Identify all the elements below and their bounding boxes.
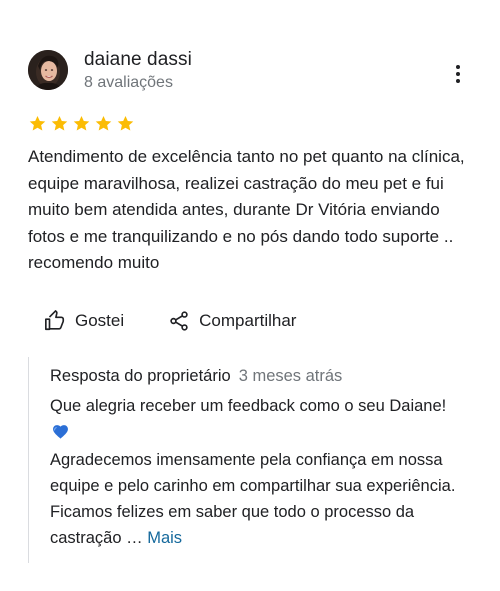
- share-button[interactable]: Compartilhar: [168, 310, 296, 332]
- avatar[interactable]: [28, 50, 68, 90]
- owner-reply-line1: Que alegria receber um feedback como o s…: [50, 397, 447, 415]
- more-options-button[interactable]: [446, 60, 470, 88]
- owner-reply-line2: Agradecemos imensamente pela confiança e…: [50, 451, 456, 547]
- thumbs-up-icon: [45, 310, 65, 331]
- like-label: Gostei: [75, 311, 125, 330]
- share-label: Compartilhar: [199, 311, 297, 330]
- blue-heart-icon: [52, 421, 69, 447]
- star-icon: [72, 114, 91, 136]
- review-actions: Gostei Compartilhar: [44, 306, 296, 336]
- review-count: 8 avaliações: [84, 74, 173, 91]
- owner-reply-header: Resposta do proprietário 3 meses atrás: [50, 367, 342, 386]
- share-icon: [170, 311, 188, 331]
- star-rating: [28, 114, 135, 136]
- review-card: daiane dassi 8 avaliações Atendimento de…: [0, 0, 500, 591]
- owner-reply-time: 3 meses atrás: [238, 367, 343, 385]
- reviewer-name[interactable]: daiane dassi: [84, 49, 192, 71]
- star-icon: [28, 114, 47, 136]
- review-text: Atendimento de excelência tanto no pet q…: [28, 147, 465, 272]
- read-more-link[interactable]: Mais: [147, 529, 182, 547]
- owner-reply: Resposta do proprietário 3 meses atrás Qu…: [28, 357, 469, 563]
- owner-reply-text: Que alegria receber um feedback como o s…: [50, 393, 460, 551]
- star-icon: [116, 114, 135, 136]
- more-vert-icon: [456, 65, 460, 83]
- star-icon: [50, 114, 69, 136]
- owner-reply-label: Resposta do proprietário: [50, 367, 231, 385]
- like-button[interactable]: Gostei: [44, 310, 124, 332]
- avatar-image: [28, 50, 68, 90]
- star-icon: [94, 114, 113, 136]
